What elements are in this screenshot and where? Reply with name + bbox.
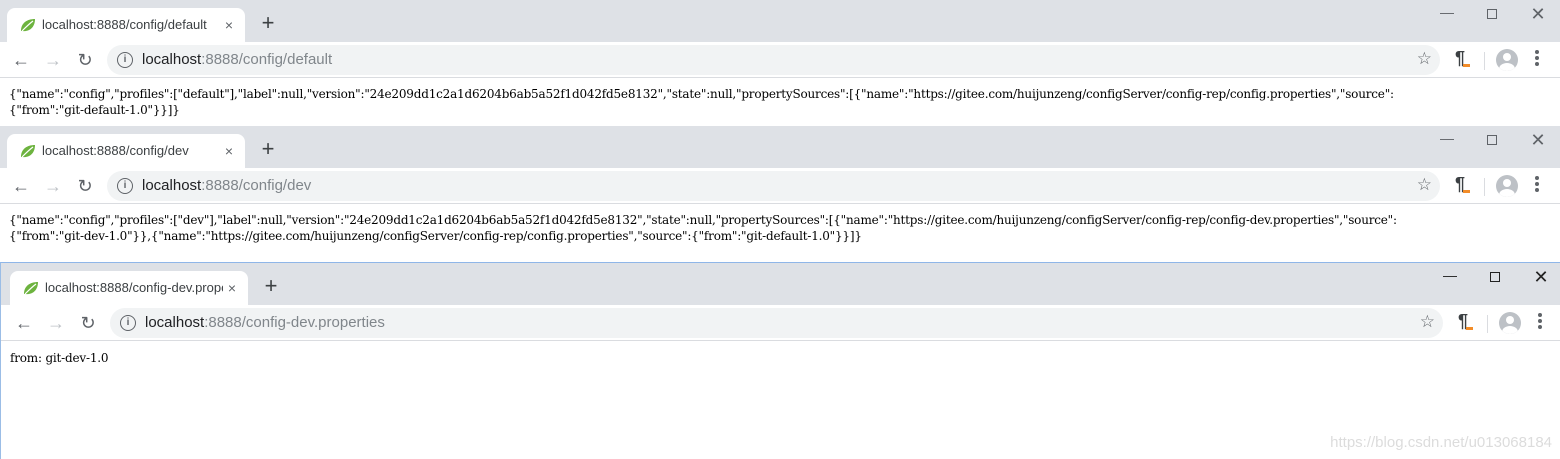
address-bar[interactable]: i localhost:8888/config-dev.properties ☆	[110, 308, 1443, 338]
window-close-icon[interactable]: ✕	[1523, 130, 1553, 152]
toolbar-divider	[1484, 52, 1485, 70]
json-line-2: {"from":"git-default-1.0"}}]}	[9, 103, 180, 117]
tab-config-dev[interactable]: localhost:8888/config/dev ×	[7, 134, 245, 168]
url-path: :8888/config-dev.properties	[204, 314, 385, 331]
tab-config-default[interactable]: localhost:8888/config/default ×	[7, 8, 245, 42]
profile-avatar-icon[interactable]	[1496, 49, 1518, 71]
extension-pilcrow-icon[interactable]: ¶	[1455, 174, 1471, 195]
minimize-icon[interactable]: —	[1432, 130, 1462, 152]
back-arrow-icon[interactable]: ←	[8, 173, 34, 199]
back-arrow-icon[interactable]: ←	[11, 310, 37, 336]
extension-pilcrow-icon[interactable]: ¶	[1455, 48, 1471, 69]
tab-strip: localhost:8888/config-dev.properties × +…	[1, 263, 1560, 305]
json-line-1: {"name":"config","profiles":["dev"],"lab…	[9, 213, 1397, 227]
url-host: localhost	[145, 314, 205, 331]
bookmark-star-icon[interactable]: ☆	[1417, 175, 1432, 195]
url-text[interactable]: localhost:8888/config-dev.properties	[145, 314, 385, 331]
toolbar: ← → ↻ i localhost:8888/config/default ☆ …	[0, 42, 1560, 78]
tab-title: localhost:8888/config/default	[42, 17, 207, 32]
toolbar-divider	[1487, 315, 1488, 333]
properties-line-1: from: git-dev-1.0	[10, 351, 109, 365]
new-tab-button[interactable]: +	[257, 12, 279, 34]
new-tab-button[interactable]: +	[257, 138, 279, 160]
maximize-icon[interactable]	[1477, 4, 1507, 26]
reload-icon[interactable]: ↻	[72, 47, 98, 73]
address-bar[interactable]: i localhost:8888/config/default ☆	[107, 45, 1440, 75]
reload-icon[interactable]: ↻	[72, 173, 98, 199]
forward-arrow-icon[interactable]: →	[40, 47, 66, 73]
tab-strip: localhost:8888/config/default × + — ✕	[0, 0, 1560, 42]
minimize-icon[interactable]: —	[1432, 4, 1462, 26]
toolbar-divider	[1484, 178, 1485, 196]
tab-close-icon[interactable]: ×	[219, 141, 239, 161]
forward-arrow-icon[interactable]: →	[40, 173, 66, 199]
menu-kebab-icon[interactable]	[1531, 48, 1543, 70]
window-close-icon[interactable]: ✕	[1526, 267, 1556, 289]
watermark: https://blog.csdn.net/u013068184	[1330, 434, 1552, 451]
page-content: {"name":"config","profiles":["dev"],"lab…	[0, 204, 1560, 244]
tab-strip: localhost:8888/config/dev × + — ✕	[0, 126, 1560, 168]
tab-title: localhost:8888/config/dev	[42, 143, 189, 158]
browser-window-dev-properties: localhost:8888/config-dev.properties × +…	[0, 262, 1560, 459]
tab-close-icon[interactable]: ×	[219, 15, 239, 35]
url-path: :8888/config/default	[201, 51, 333, 68]
site-info-icon[interactable]: i	[117, 178, 133, 194]
url-text[interactable]: localhost:8888/config/dev	[142, 177, 311, 194]
menu-kebab-icon[interactable]	[1534, 311, 1546, 333]
menu-kebab-icon[interactable]	[1531, 174, 1543, 196]
toolbar: ← → ↻ i localhost:8888/config-dev.proper…	[1, 305, 1560, 341]
toolbar: ← → ↻ i localhost:8888/config/dev ☆ ¶	[0, 168, 1560, 204]
tab-title: localhost:8888/config-dev.properties	[45, 280, 223, 295]
url-host: localhost	[142, 177, 202, 194]
bookmark-star-icon[interactable]: ☆	[1420, 312, 1435, 332]
browser-window-default: localhost:8888/config/default × + — ✕ ← …	[0, 0, 1560, 125]
tab-close-icon[interactable]: ×	[222, 278, 242, 298]
window-close-icon[interactable]: ✕	[1523, 4, 1553, 26]
spring-leaf-icon	[21, 19, 35, 32]
profile-avatar-icon[interactable]	[1499, 312, 1521, 334]
url-host: localhost	[142, 51, 202, 68]
minimize-icon[interactable]: —	[1435, 267, 1465, 289]
json-line-1: {"name":"config","profiles":["default"],…	[9, 87, 1394, 101]
address-bar[interactable]: i localhost:8888/config/dev ☆	[107, 171, 1440, 201]
spring-leaf-icon	[24, 282, 38, 295]
forward-arrow-icon[interactable]: →	[43, 310, 69, 336]
extension-pilcrow-icon[interactable]: ¶	[1458, 311, 1474, 332]
site-info-icon[interactable]: i	[117, 52, 133, 68]
browser-window-dev: localhost:8888/config/dev × + — ✕ ← → ↻ …	[0, 126, 1560, 260]
page-content: from: git-dev-1.0	[1, 341, 1560, 366]
url-path: :8888/config/dev	[201, 177, 312, 194]
bookmark-star-icon[interactable]: ☆	[1417, 49, 1432, 69]
url-text[interactable]: localhost:8888/config/default	[142, 51, 332, 68]
spring-leaf-icon	[21, 145, 35, 158]
maximize-icon[interactable]	[1477, 130, 1507, 152]
tab-config-dev-properties[interactable]: localhost:8888/config-dev.properties ×	[10, 271, 248, 305]
profile-avatar-icon[interactable]	[1496, 175, 1518, 197]
json-line-2: {"from":"git-dev-1.0"}},{"name":"https:/…	[9, 229, 862, 243]
site-info-icon[interactable]: i	[120, 315, 136, 331]
back-arrow-icon[interactable]: ←	[8, 47, 34, 73]
new-tab-button[interactable]: +	[260, 275, 282, 297]
reload-icon[interactable]: ↻	[75, 310, 101, 336]
maximize-icon[interactable]	[1480, 267, 1510, 289]
page-content: {"name":"config","profiles":["default"],…	[0, 78, 1560, 118]
